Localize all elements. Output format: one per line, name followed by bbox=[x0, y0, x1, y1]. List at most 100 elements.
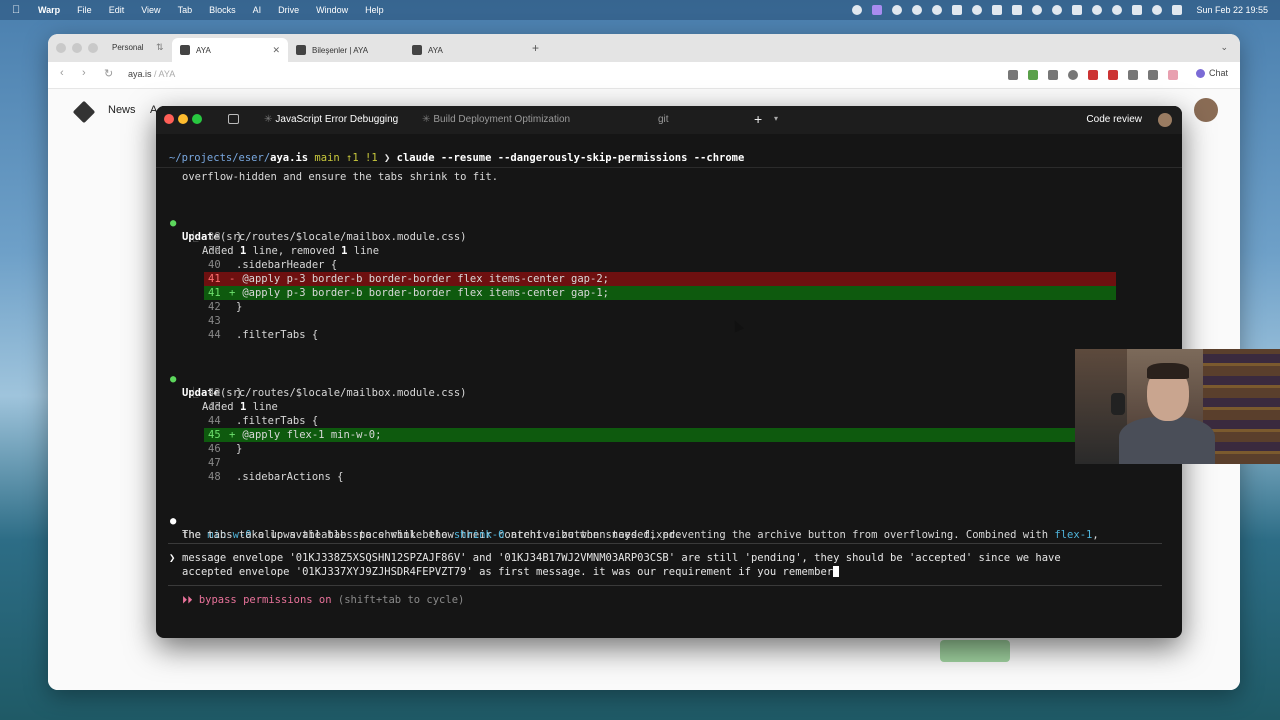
prompt-input-line-1[interactable]: message envelope '01KJ338Z5XSQSHN12SPZAJ… bbox=[182, 552, 1061, 564]
extension-icon[interactable] bbox=[1008, 70, 1018, 80]
code-review-button[interactable]: Code review bbox=[1086, 106, 1142, 134]
warp-tab-build-deployment-optimization[interactable]: ✳ Build Deployment Optimization bbox=[422, 106, 570, 134]
extension-icon[interactable] bbox=[1128, 70, 1138, 80]
menu-view[interactable]: View bbox=[141, 5, 160, 15]
extension-icon[interactable] bbox=[1148, 70, 1158, 80]
prompt-command: claude --resume --dangerously-skip-permi… bbox=[396, 152, 745, 164]
text-cursor bbox=[833, 566, 840, 577]
site-user-avatar[interactable] bbox=[1194, 98, 1218, 122]
tab-list-chevron-icon[interactable]: ⌄ bbox=[1220, 42, 1228, 53]
prompt-input-line-2[interactable]: accepted envelope '01KJ337XYJ9ZJHSDR4FEP… bbox=[182, 566, 840, 578]
warp-minimize-icon[interactable] bbox=[178, 114, 188, 124]
chat-button[interactable]: Chat bbox=[1195, 68, 1228, 78]
cloud-icon[interactable] bbox=[972, 5, 983, 15]
line-number: 43 bbox=[208, 401, 221, 413]
wifi-icon[interactable] bbox=[1032, 5, 1043, 15]
update-summary-2: ⎿ Added 1 line bbox=[156, 372, 1182, 413]
diff-line: 38} bbox=[156, 230, 1182, 244]
user-icon[interactable] bbox=[1112, 5, 1123, 15]
status-p-icon[interactable] bbox=[932, 5, 943, 15]
warp-tab-label: Build Deployment Optimization bbox=[433, 114, 571, 125]
browser-toolbar: ‹ › ↻ aya.is / AYA Chat bbox=[48, 62, 1240, 89]
sidebar-toggle-icon[interactable] bbox=[228, 114, 239, 124]
site-nav-news[interactable]: News bbox=[108, 104, 136, 116]
status-app-icon[interactable] bbox=[852, 5, 863, 15]
code-text: .filterTabs { bbox=[236, 329, 319, 341]
diff-line: 48 .sidebarActions { bbox=[156, 470, 1182, 484]
aya-favicon-icon bbox=[412, 45, 422, 55]
browser-minimize-icon[interactable] bbox=[72, 43, 82, 53]
menu-ai[interactable]: AI bbox=[253, 5, 262, 15]
line-number: 45 bbox=[208, 429, 221, 441]
new-tab-plus-icon[interactable]: + bbox=[532, 41, 539, 55]
apple-menu-icon[interactable]:  bbox=[12, 4, 26, 16]
extension-icon[interactable] bbox=[1028, 70, 1038, 80]
reload-icon[interactable]: ↻ bbox=[104, 67, 113, 80]
menu-app-name[interactable]: Warp bbox=[38, 5, 60, 15]
browser-tab-bilesenler[interactable]: Bileşenler | AYA bbox=[288, 38, 404, 62]
menu-help[interactable]: Help bbox=[365, 5, 384, 15]
address-bar[interactable]: aya.is / AYA bbox=[128, 69, 175, 79]
keyboard-layout-icon[interactable] bbox=[1072, 5, 1083, 15]
update-header-1: ● Update(src/routes/$locale/mailbox.modu… bbox=[156, 202, 1182, 243]
extension-icon[interactable] bbox=[1048, 70, 1058, 80]
warp-tab-javascript-error-debugging[interactable]: ✳ JavaScript Error Debugging bbox=[264, 106, 398, 134]
close-tab-icon[interactable]: ✕ bbox=[272, 45, 280, 56]
status-n-icon[interactable] bbox=[912, 5, 923, 15]
code-text: @apply p-3 border-b border-border flex i… bbox=[236, 287, 609, 299]
control-center-icon[interactable] bbox=[1172, 5, 1183, 15]
update-summary-1: ⎿ Added 1 line, removed 1 line bbox=[156, 216, 1182, 257]
menu-drive[interactable]: Drive bbox=[278, 5, 299, 15]
browser-tab-aya-active[interactable]: AYA ✕ bbox=[172, 38, 288, 62]
browser-profile[interactable]: Personal bbox=[112, 43, 144, 52]
extension-icon[interactable] bbox=[1108, 70, 1118, 80]
extension-icon[interactable] bbox=[1168, 70, 1178, 80]
diff-line: 44 .filterTabs { bbox=[156, 328, 1182, 342]
send-button[interactable] bbox=[940, 640, 1010, 662]
warp-tab-label: git bbox=[658, 114, 669, 125]
status-display-icon[interactable] bbox=[952, 5, 963, 15]
warp-user-avatar[interactable] bbox=[1158, 113, 1172, 127]
warp-tab-git[interactable]: git bbox=[658, 106, 669, 134]
new-tab-plus-icon[interactable]: + bbox=[754, 111, 762, 127]
extension-icon[interactable] bbox=[1088, 70, 1098, 80]
profile-switch-icon[interactable]: ⇅ bbox=[156, 42, 164, 53]
menu-blocks[interactable]: Blocks bbox=[209, 5, 236, 15]
menu-tab[interactable]: Tab bbox=[178, 5, 193, 15]
microphone bbox=[1111, 393, 1125, 415]
input-bottom-border bbox=[168, 585, 1162, 586]
forward-icon[interactable]: › bbox=[82, 67, 86, 79]
browser-zoom-icon[interactable] bbox=[88, 43, 98, 53]
warp-close-icon[interactable] bbox=[164, 114, 174, 124]
search-icon[interactable] bbox=[1152, 5, 1163, 15]
diff-line: 46} bbox=[156, 442, 1182, 456]
diff-line: 39 bbox=[156, 244, 1182, 258]
diff-line: 47 bbox=[156, 456, 1182, 470]
line-number: 43 bbox=[208, 315, 221, 327]
menubar-clock[interactable]: Sun Feb 22 19:55 bbox=[1196, 5, 1268, 15]
diff-line: 40 .sidebarHeader { bbox=[156, 258, 1182, 272]
diff-line: 44 .filterTabs { bbox=[156, 414, 1182, 428]
warp-zoom-icon[interactable] bbox=[192, 114, 202, 124]
status-counter-icon[interactable] bbox=[992, 5, 1003, 15]
arrow-icon[interactable] bbox=[1092, 5, 1103, 15]
menu-file[interactable]: File bbox=[77, 5, 92, 15]
status-circle-icon[interactable] bbox=[892, 5, 903, 15]
code-text: .sidebarActions { bbox=[236, 471, 344, 483]
extension-icon[interactable] bbox=[1068, 70, 1078, 80]
back-icon[interactable]: ‹ bbox=[60, 67, 64, 79]
permission-mode-indicator[interactable]: ⏵⏵ bypass permissions on (shift+tab to c… bbox=[182, 594, 464, 607]
status-grid-icon[interactable] bbox=[1012, 5, 1023, 15]
menu-window[interactable]: Window bbox=[316, 5, 348, 15]
battery-icon[interactable] bbox=[1132, 5, 1143, 15]
vpn-icon[interactable] bbox=[1052, 5, 1063, 15]
screen-record-icon[interactable] bbox=[872, 5, 883, 15]
browser-tab-aya[interactable]: AYA bbox=[404, 38, 520, 62]
new-tab-menu-chevron-icon[interactable]: ▾ bbox=[774, 114, 778, 123]
browser-close-icon[interactable] bbox=[56, 43, 66, 53]
line-number: 40 bbox=[208, 259, 221, 271]
menu-edit[interactable]: Edit bbox=[109, 5, 125, 15]
output-text: overflow-hidden and ensure the tabs shri… bbox=[182, 171, 499, 180]
diff-line: 43 bbox=[156, 314, 1182, 328]
prompt-input-text: accepted envelope '01KJ337XYJ9ZJHSDR4FEP… bbox=[182, 566, 834, 578]
